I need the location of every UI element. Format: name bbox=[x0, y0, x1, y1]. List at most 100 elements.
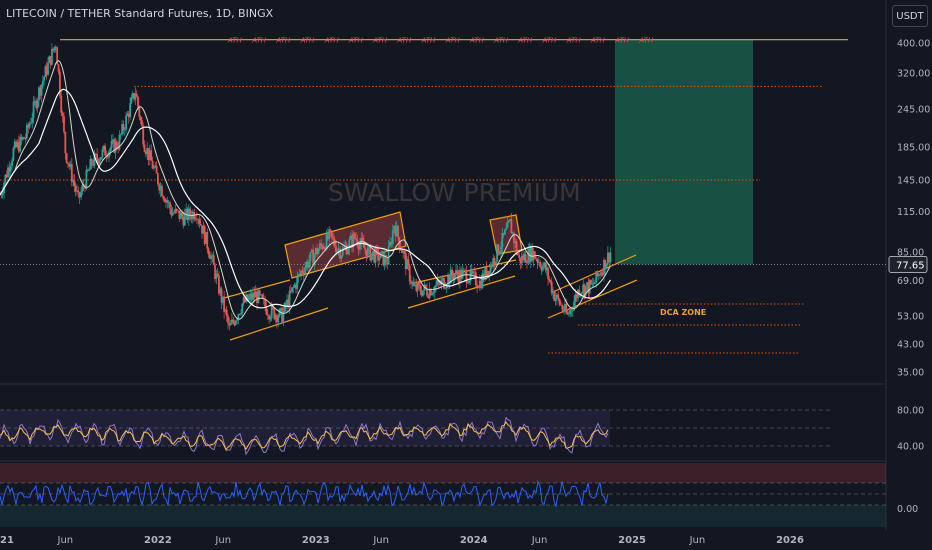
candle-body bbox=[565, 303, 568, 313]
candle-body bbox=[500, 247, 502, 253]
candle-body bbox=[123, 129, 126, 131]
price-tick-label: 115.00 bbox=[897, 207, 930, 218]
ath-label: ATH bbox=[614, 37, 630, 45]
candle-body bbox=[64, 131, 67, 154]
candle-body bbox=[451, 269, 453, 276]
candle-body bbox=[561, 305, 564, 310]
candle-body bbox=[581, 292, 583, 294]
candle-body bbox=[549, 280, 552, 282]
candle-body bbox=[361, 237, 364, 242]
candle-body bbox=[60, 95, 63, 113]
candle-body bbox=[212, 255, 215, 265]
candle-body bbox=[63, 116, 65, 132]
candle-body bbox=[115, 141, 118, 148]
time-tick-label: 2024 bbox=[460, 535, 488, 546]
candle-body bbox=[207, 248, 210, 255]
candle-body bbox=[336, 249, 339, 253]
candle-body bbox=[524, 253, 527, 263]
candle-body bbox=[11, 160, 13, 166]
candle-body bbox=[378, 258, 381, 261]
candle-body bbox=[122, 124, 125, 131]
candle-body bbox=[605, 263, 608, 270]
candle-body bbox=[506, 221, 509, 228]
target-zone bbox=[615, 39, 753, 265]
candle-body bbox=[198, 219, 201, 224]
candle-body bbox=[505, 227, 508, 230]
candle-body bbox=[61, 112, 64, 117]
ath-label: ATH bbox=[469, 37, 485, 45]
candle-body bbox=[494, 261, 497, 264]
candle-body bbox=[443, 278, 445, 289]
candle-body bbox=[157, 173, 159, 185]
ath-label: ATH bbox=[493, 37, 509, 45]
ath-label: ATH bbox=[542, 37, 558, 45]
candle-body bbox=[36, 100, 39, 109]
candle-body bbox=[109, 148, 112, 152]
candle-body bbox=[304, 267, 306, 275]
candle-body bbox=[444, 287, 447, 289]
candle-body bbox=[516, 253, 519, 256]
candle-body bbox=[143, 144, 146, 152]
candle-body bbox=[32, 101, 35, 118]
candle-body bbox=[225, 309, 228, 316]
candle-body bbox=[150, 150, 153, 161]
rsi-tick-label: 80.00 bbox=[897, 406, 924, 417]
candle-body bbox=[77, 190, 80, 193]
currency-button[interactable]: USDT bbox=[892, 5, 928, 27]
candle-body bbox=[359, 243, 361, 250]
candle-body bbox=[125, 115, 127, 130]
candle-body bbox=[333, 239, 336, 247]
candle-body bbox=[288, 290, 291, 308]
candle-body bbox=[387, 246, 390, 265]
candle-body bbox=[518, 255, 521, 258]
candle-body bbox=[9, 165, 12, 172]
osc-tick-label: 0.00 bbox=[897, 504, 918, 515]
candle-body bbox=[364, 247, 367, 250]
candle-body bbox=[210, 256, 213, 259]
candle-body bbox=[296, 276, 299, 289]
candle-body bbox=[397, 225, 399, 238]
candle-body bbox=[593, 282, 596, 285]
candle-body bbox=[571, 310, 574, 311]
candle-body bbox=[374, 247, 377, 263]
candle-body bbox=[137, 96, 139, 107]
candle-body bbox=[474, 272, 477, 286]
candle-body bbox=[12, 148, 15, 161]
candle-body bbox=[408, 265, 411, 282]
candle-body bbox=[269, 317, 272, 320]
candle-body bbox=[85, 169, 88, 189]
ath-label: ATH bbox=[251, 37, 267, 45]
candle-body bbox=[227, 315, 229, 324]
candle-body bbox=[391, 230, 394, 245]
ath-label: ATH bbox=[324, 37, 340, 45]
candle-body bbox=[533, 251, 536, 259]
candle-body bbox=[291, 287, 293, 292]
time-tick-label: 2022 bbox=[144, 535, 172, 546]
candle-body bbox=[248, 297, 250, 301]
osc-upper-zone bbox=[0, 463, 886, 483]
candle-body bbox=[175, 208, 178, 211]
ath-label: ATH bbox=[566, 37, 582, 45]
ath-label: ATH bbox=[517, 37, 533, 45]
price-tick-label: 400.00 bbox=[897, 39, 930, 50]
chart-title: LITECOIN / TETHER Standard Futures, 1D, … bbox=[6, 7, 274, 20]
candle-body bbox=[461, 270, 464, 279]
candle-body bbox=[166, 200, 169, 203]
candle-body bbox=[41, 80, 44, 85]
candle-body bbox=[236, 319, 238, 321]
time-tick-label: Jun bbox=[57, 535, 74, 546]
candle-body bbox=[139, 116, 142, 120]
candle-body bbox=[503, 229, 506, 235]
time-tick-label: 2023 bbox=[302, 535, 330, 546]
candle-body bbox=[548, 278, 551, 281]
candle-body bbox=[320, 243, 323, 246]
price-tick-label: 43.00 bbox=[897, 340, 924, 351]
price-tick-label: 185.00 bbox=[897, 143, 930, 154]
candle-body bbox=[419, 285, 422, 292]
candle-body bbox=[355, 237, 357, 240]
price-tick-label: 35.00 bbox=[897, 368, 924, 379]
candle-body bbox=[418, 282, 420, 286]
candle-body bbox=[557, 294, 560, 299]
chart-canvas[interactable]: ATH ATH ATH ATH ATH ATH ATH ATH ATH ATH ATH ATH ATH A… bbox=[0, 0, 932, 550]
candle-body bbox=[568, 313, 570, 315]
